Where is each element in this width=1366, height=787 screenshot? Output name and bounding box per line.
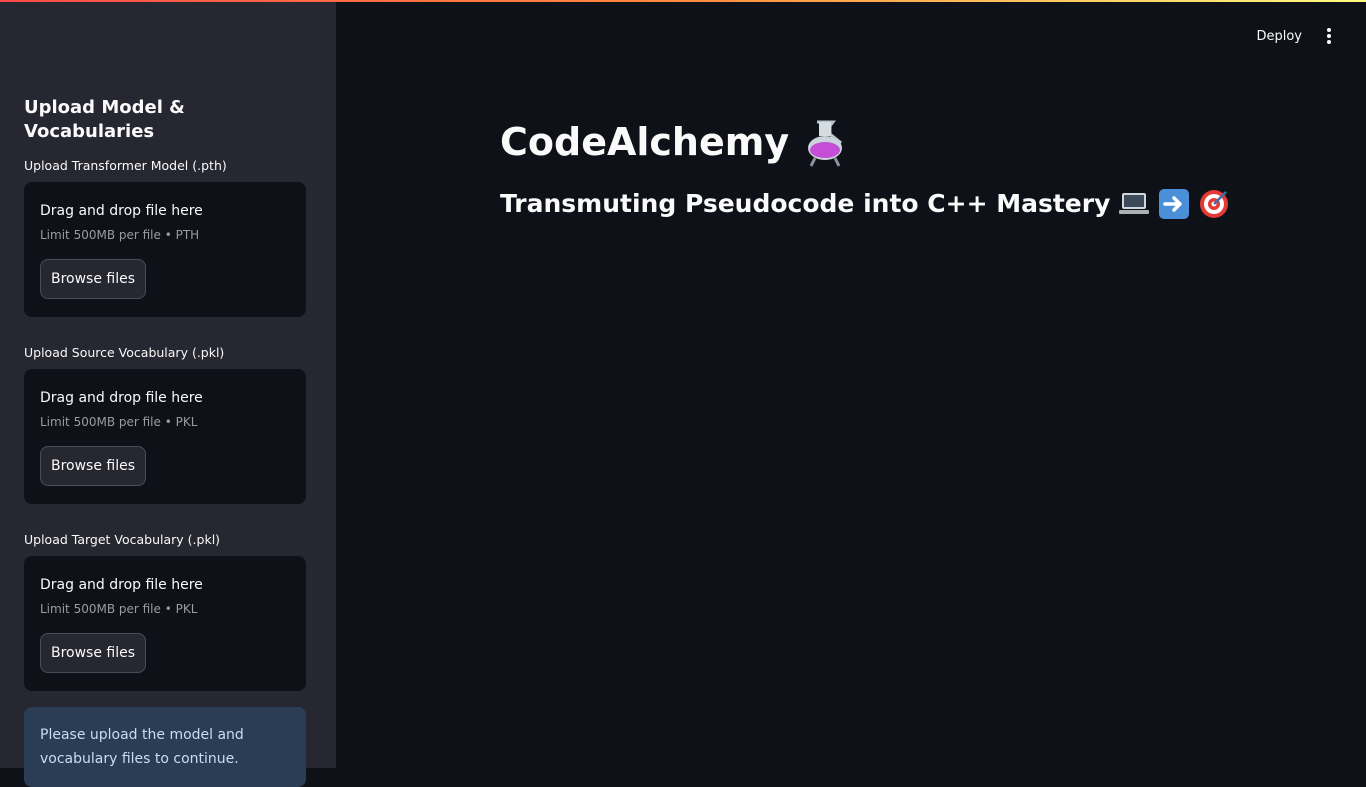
browse-files-button[interactable]: Browse files: [40, 633, 146, 673]
uploader-target-vocab: Upload Target Vocabulary (.pkl) Drag and…: [24, 532, 306, 691]
drop-text: Drag and drop file here: [40, 577, 203, 593]
header-toolbar: Deploy: [1256, 26, 1336, 46]
sidebar-title: Upload Model & Vocabularies: [24, 97, 185, 142]
uploader-source-vocab: Upload Source Vocabulary (.pkl) Drag and…: [24, 345, 306, 504]
page-subtitle-text: Transmuting Pseudocode into C++ Mastery: [500, 189, 1111, 218]
deploy-button[interactable]: Deploy: [1256, 29, 1302, 44]
page-title: CodeAlchemy: [500, 112, 1230, 172]
info-alert: Please upload the model and vocabulary f…: [24, 707, 306, 787]
browse-files-button[interactable]: Browse files: [40, 259, 146, 299]
top-decoration-bar: [0, 0, 1366, 2]
limit-text: Limit 500MB per file • PKL: [40, 602, 198, 616]
browse-files-button[interactable]: Browse files: [40, 446, 146, 486]
file-dropzone[interactable]: Drag and drop file here Limit 500MB per …: [24, 369, 306, 504]
alembic-icon: [799, 116, 851, 168]
uploader-model: Upload Transformer Model (.pth) Drag and…: [24, 158, 306, 317]
laptop-icon: [1118, 191, 1150, 217]
drop-text: Drag and drop file here: [40, 203, 203, 219]
upload-label: Upload Target Vocabulary (.pkl): [24, 532, 221, 547]
upload-label: Upload Transformer Model (.pth): [24, 158, 227, 173]
sidebar: Upload Model & Vocabularies Upload Trans…: [0, 0, 336, 787]
upload-label: Upload Source Vocabulary (.pkl): [24, 345, 225, 360]
drop-text: Drag and drop file here: [40, 390, 203, 406]
page-title-text: CodeAlchemy: [500, 120, 790, 164]
file-dropzone[interactable]: Drag and drop file here Limit 500MB per …: [24, 556, 306, 691]
main-content: CodeAlchemy Transmuting Pseudocode into …: [500, 112, 1230, 222]
limit-text: Limit 500MB per file • PKL: [40, 415, 198, 429]
right-arrow-icon: [1158, 188, 1190, 220]
file-dropzone[interactable]: Drag and drop file here Limit 500MB per …: [24, 182, 306, 317]
more-vertical-icon[interactable]: [1322, 26, 1336, 46]
page-subtitle: Transmuting Pseudocode into C++ Mastery: [500, 186, 1230, 222]
limit-text: Limit 500MB per file • PTH: [40, 228, 200, 242]
target-icon: [1198, 188, 1230, 220]
